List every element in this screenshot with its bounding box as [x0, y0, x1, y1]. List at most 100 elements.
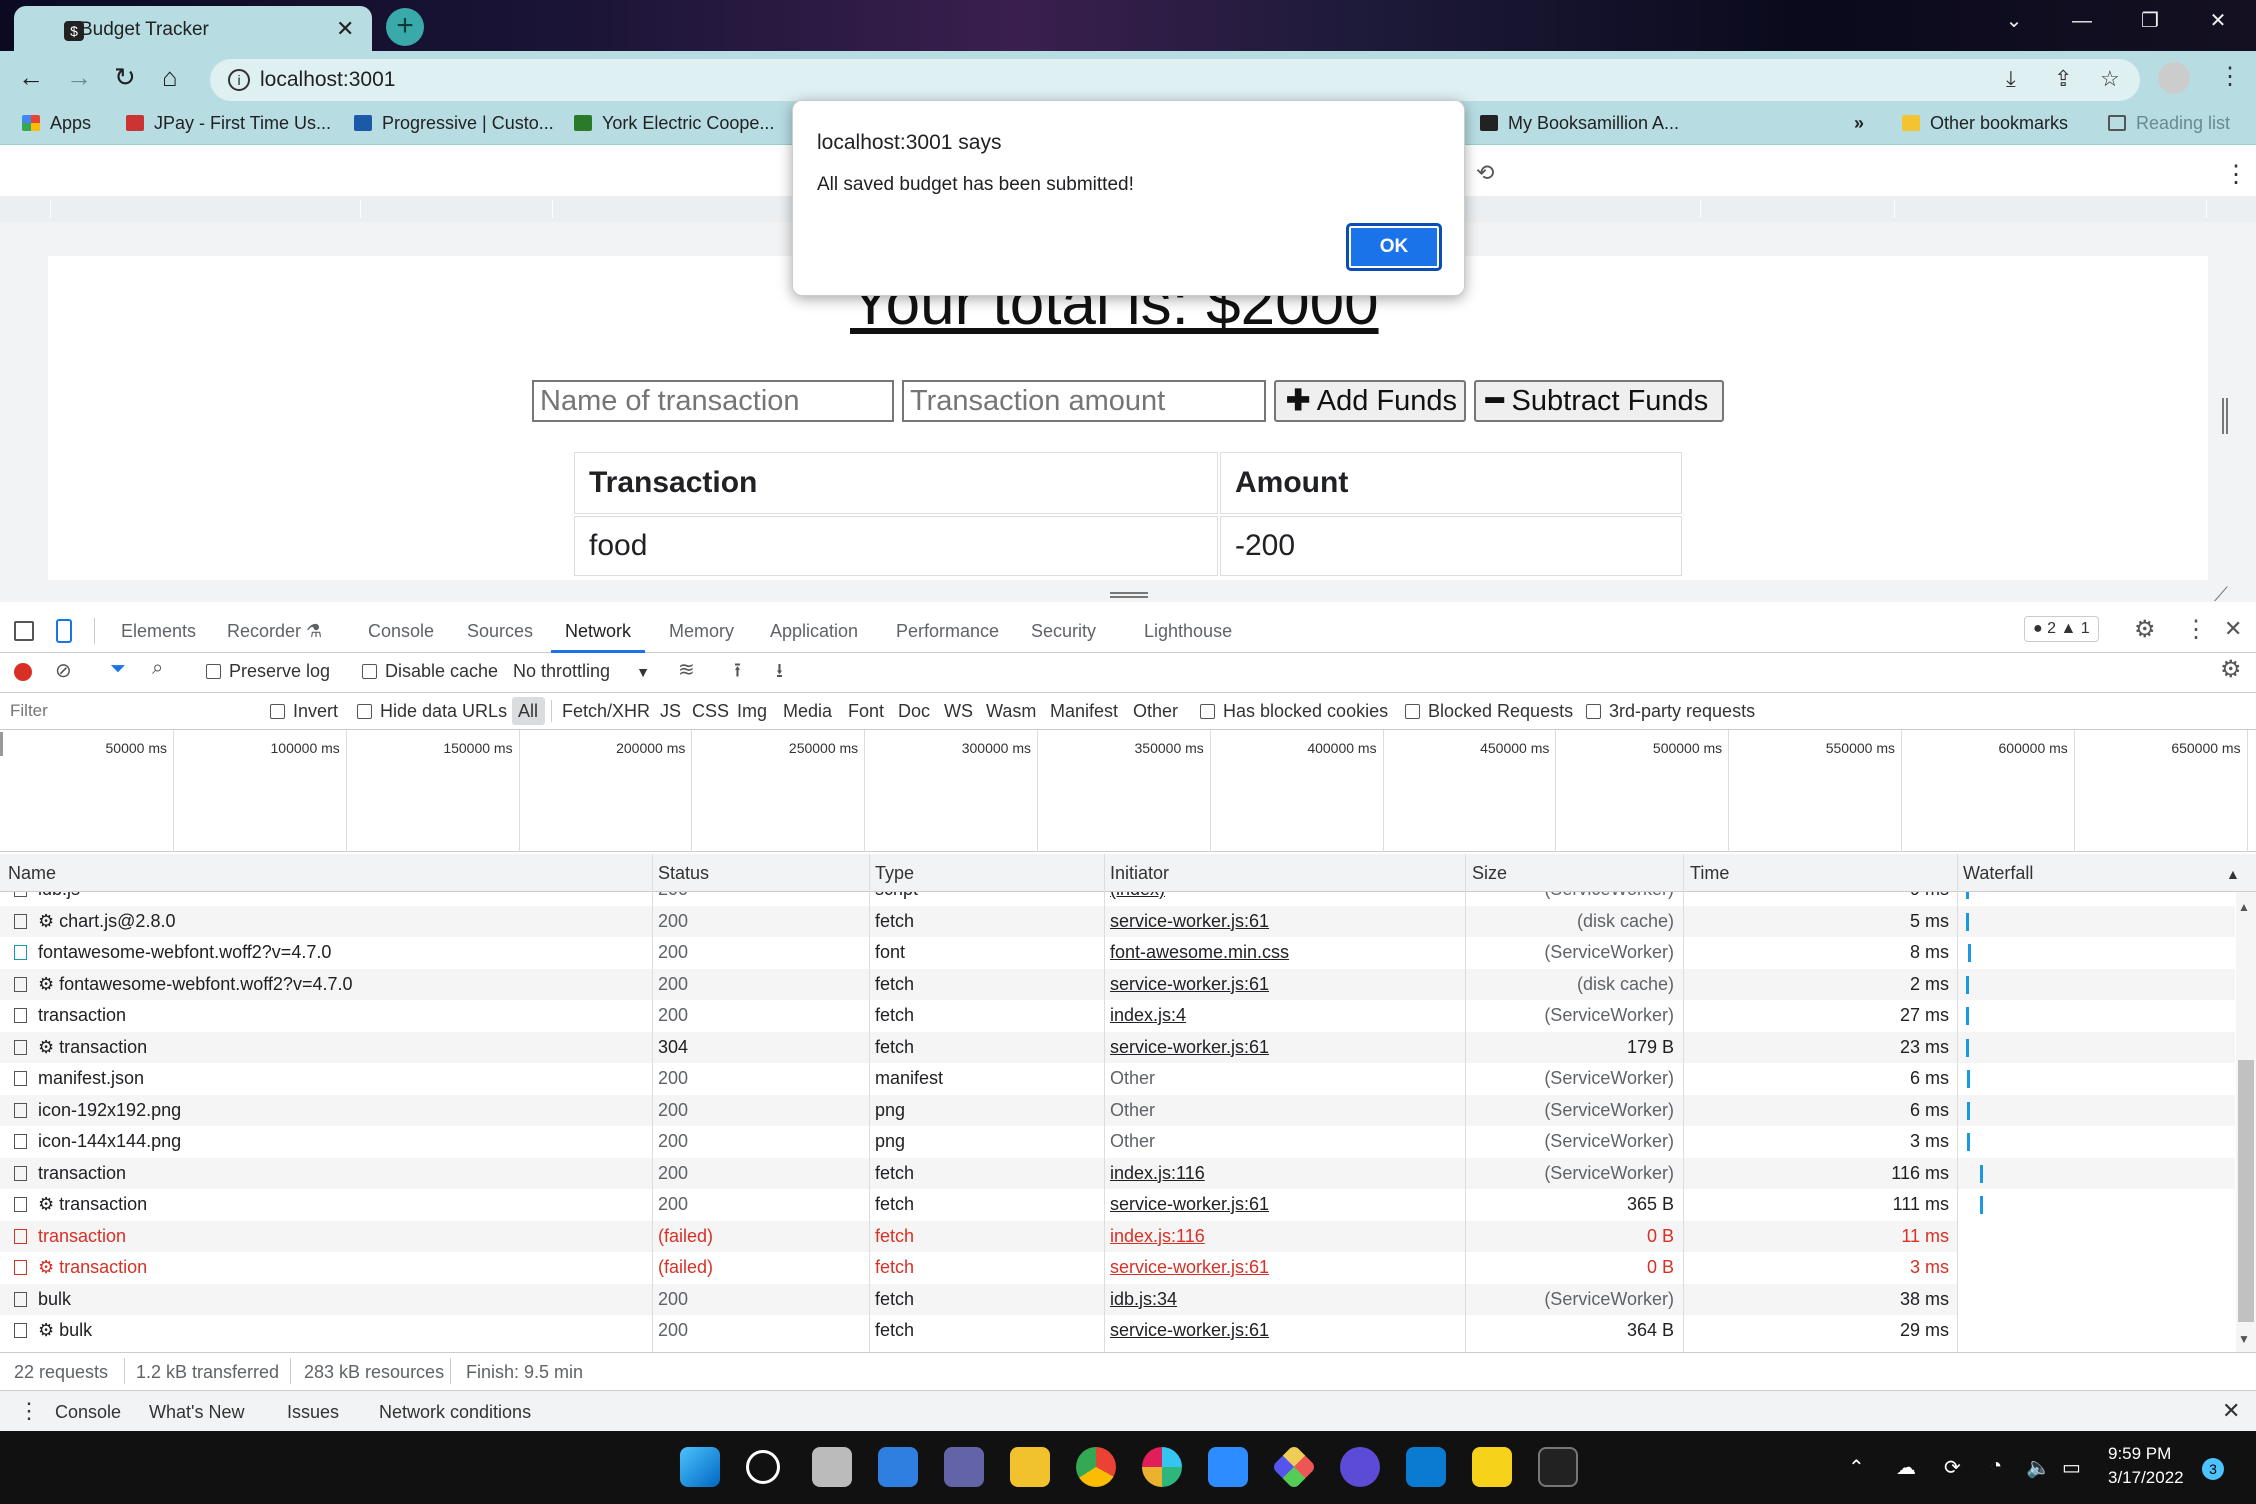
- request-initiator[interactable]: font-awesome.min.css: [1110, 942, 1289, 963]
- request-row[interactable]: transaction 200 fetch index.js:4 (ServiceWor…: [0, 1000, 2235, 1032]
- drawer-tab-console[interactable]: Console: [55, 1402, 121, 1423]
- rotate-icon[interactable]: ⟲: [1476, 160, 1494, 186]
- request-row[interactable]: ⚙ bulk 200 fetch service-worker.js:61 364 B 2…: [0, 1315, 2235, 1347]
- throttling-select[interactable]: No throttling ▼: [513, 661, 650, 682]
- chrome-icon[interactable]: [1076, 1447, 1116, 1487]
- request-initiator[interactable]: service-worker.js:61: [1110, 1257, 1269, 1278]
- home-icon[interactable]: ⌂: [162, 62, 178, 93]
- type-filter-all[interactable]: All: [518, 701, 538, 722]
- type-filter-doc[interactable]: Doc: [898, 701, 930, 722]
- request-row[interactable]: transaction 200 fetch index.js:116 (ServiceW…: [0, 1157, 2235, 1189]
- column-name[interactable]: Name: [8, 863, 56, 884]
- devtools-tab-sources[interactable]: Sources: [467, 621, 533, 642]
- column-waterfall[interactable]: Waterfall: [1963, 863, 2033, 884]
- clock-date[interactable]: 3/17/2022: [2108, 1468, 2184, 1488]
- tray-overflow-icon[interactable]: ⌃: [1848, 1455, 1865, 1480]
- drawer-tab-issues[interactable]: Issues: [287, 1402, 339, 1423]
- vscode-icon[interactable]: [1406, 1447, 1446, 1487]
- sync-icon[interactable]: ⟳: [1944, 1455, 1961, 1480]
- address-bar[interactable]: i localhost:3001: [210, 59, 2140, 101]
- close-window-button[interactable]: ✕: [2184, 0, 2252, 42]
- request-row[interactable]: ⚙ transaction 304 fetch service-worker.js:6…: [0, 1031, 2235, 1063]
- transaction-name-input[interactable]: [532, 380, 894, 422]
- sort-ascending-icon[interactable]: ▲: [2226, 866, 2240, 882]
- device-resize-handle[interactable]: [2222, 398, 2228, 434]
- request-row[interactable]: manifest.json 200 manifest Other (ServiceWor…: [0, 1063, 2235, 1095]
- request-initiator[interactable]: service-worker.js:61: [1110, 911, 1269, 932]
- type-filter-img[interactable]: Img: [737, 701, 767, 722]
- drawer-tab-network-conditions[interactable]: Network conditions: [379, 1402, 531, 1423]
- network-settings-icon[interactable]: ⚙: [2220, 655, 2242, 684]
- forward-icon[interactable]: →: [66, 62, 92, 93]
- request-initiator[interactable]: service-worker.js:61: [1110, 974, 1269, 995]
- filter-funnel-icon[interactable]: ⏷: [110, 658, 126, 681]
- request-initiator[interactable]: idb.js:34: [1110, 1289, 1177, 1310]
- request-initiator[interactable]: index.js:4: [1110, 1005, 1186, 1026]
- dialog-ok-button[interactable]: OK: [1346, 223, 1442, 271]
- devtools-resize-handle[interactable]: [1110, 592, 1148, 598]
- clear-icon[interactable]: ⊘: [55, 658, 72, 683]
- devtools-tab-security[interactable]: Security: [1031, 621, 1096, 642]
- column-status[interactable]: Status: [658, 863, 709, 884]
- reload-icon[interactable]: ↻: [114, 62, 136, 93]
- battery-icon[interactable]: ▭: [2062, 1455, 2081, 1480]
- minimize-button[interactable]: —: [2048, 0, 2116, 42]
- devtools-tab-network[interactable]: Network: [565, 621, 631, 642]
- request-initiator[interactable]: index.js:116: [1110, 1163, 1205, 1184]
- task-view-icon[interactable]: [812, 1447, 852, 1487]
- bookmark-jpay[interactable]: JPay - First Time Us...: [126, 113, 331, 134]
- type-filter-fetch-xhr[interactable]: Fetch/XHR: [562, 701, 650, 722]
- widgets-icon[interactable]: [878, 1447, 918, 1487]
- back-icon[interactable]: ←: [18, 62, 44, 93]
- scrollbar-thumb[interactable]: [2238, 1060, 2254, 1322]
- volume-icon[interactable]: 🔈: [2026, 1455, 2051, 1480]
- type-filter-manifest[interactable]: Manifest: [1050, 701, 1118, 722]
- search-icon[interactable]: ⌕: [152, 657, 163, 680]
- app-circle-icon[interactable]: [1340, 1447, 1380, 1487]
- type-filter-media[interactable]: Media: [783, 701, 832, 722]
- issues-badge[interactable]: ● 2 ▲ 1: [2024, 616, 2099, 642]
- bookmark-apps[interactable]: Apps: [22, 113, 91, 134]
- terminal-icon[interactable]: [1538, 1447, 1578, 1487]
- corner-resize-icon[interactable]: ⟋: [2214, 584, 2228, 607]
- devtools-tab-lighthouse[interactable]: Lighthouse: [1144, 621, 1232, 642]
- drawer-close-icon[interactable]: ✕: [2222, 1398, 2240, 1424]
- onedrive-icon[interactable]: ☁: [1896, 1455, 1916, 1480]
- notification-badge[interactable]: 3: [2202, 1458, 2224, 1480]
- column-time[interactable]: Time: [1690, 863, 1729, 884]
- type-filter-font[interactable]: Font: [848, 701, 884, 722]
- import-har-icon[interactable]: ⭱: [734, 656, 741, 690]
- request-row[interactable]: idb.js 200 script (index) (ServiceWorker) 9 m…: [0, 892, 2235, 906]
- bookmark-york-electric[interactable]: York Electric Coope...: [574, 113, 774, 134]
- install-app-icon[interactable]: ⤓: [2006, 66, 2016, 92]
- record-icon[interactable]: [14, 663, 32, 681]
- request-initiator[interactable]: index.js:116: [1110, 1226, 1205, 1247]
- inspect-element-icon[interactable]: [14, 621, 34, 641]
- devtools-tab-console[interactable]: Console: [368, 621, 434, 642]
- request-initiator[interactable]: (index): [1110, 892, 1165, 900]
- filter-input[interactable]: [4, 697, 250, 725]
- preserve-log-checkbox[interactable]: Preserve log: [206, 661, 330, 682]
- request-row[interactable]: ⚙ chart.js@2.8.0 200 fetch service-worker.j…: [0, 905, 2235, 937]
- request-row[interactable]: ⚙ fontawesome-webfont.woff2?v=4.7.0 200 fe…: [0, 968, 2235, 1000]
- network-conditions-icon[interactable]: ≋: [678, 657, 695, 682]
- subtract-funds-button[interactable]: ━ Subtract Funds: [1474, 380, 1724, 422]
- type-filter-wasm[interactable]: Wasm: [986, 701, 1036, 722]
- request-initiator[interactable]: service-worker.js:61: [1110, 1194, 1269, 1215]
- column-initiator[interactable]: Initiator: [1110, 863, 1169, 884]
- search-taskbar-icon[interactable]: [746, 1450, 780, 1484]
- start-windows-icon[interactable]: [680, 1447, 720, 1487]
- devtools-close-icon[interactable]: ✕: [2224, 616, 2242, 642]
- column-type[interactable]: Type: [875, 863, 914, 884]
- transaction-amount-input[interactable]: [902, 380, 1266, 422]
- settings-gear-icon[interactable]: ⚙: [2134, 615, 2156, 644]
- devtools-tab-application[interactable]: Application: [770, 621, 858, 642]
- has-blocked-cookies-checkbox[interactable]: Has blocked cookies: [1200, 701, 1388, 722]
- request-row[interactable]: transaction (failed) fetch index.js:116 0 B 1…: [0, 1220, 2235, 1252]
- more-bookmarks-icon[interactable]: »: [1854, 113, 1864, 134]
- tab-search-icon[interactable]: ⌄: [1980, 0, 2048, 42]
- clock-time[interactable]: 9:59 PM: [2108, 1444, 2171, 1464]
- type-filter-ws[interactable]: WS: [944, 701, 973, 722]
- wifi-icon[interactable]: ◔: [1990, 1455, 2002, 1478]
- scroll-up-icon[interactable]: ▲: [2238, 900, 2250, 914]
